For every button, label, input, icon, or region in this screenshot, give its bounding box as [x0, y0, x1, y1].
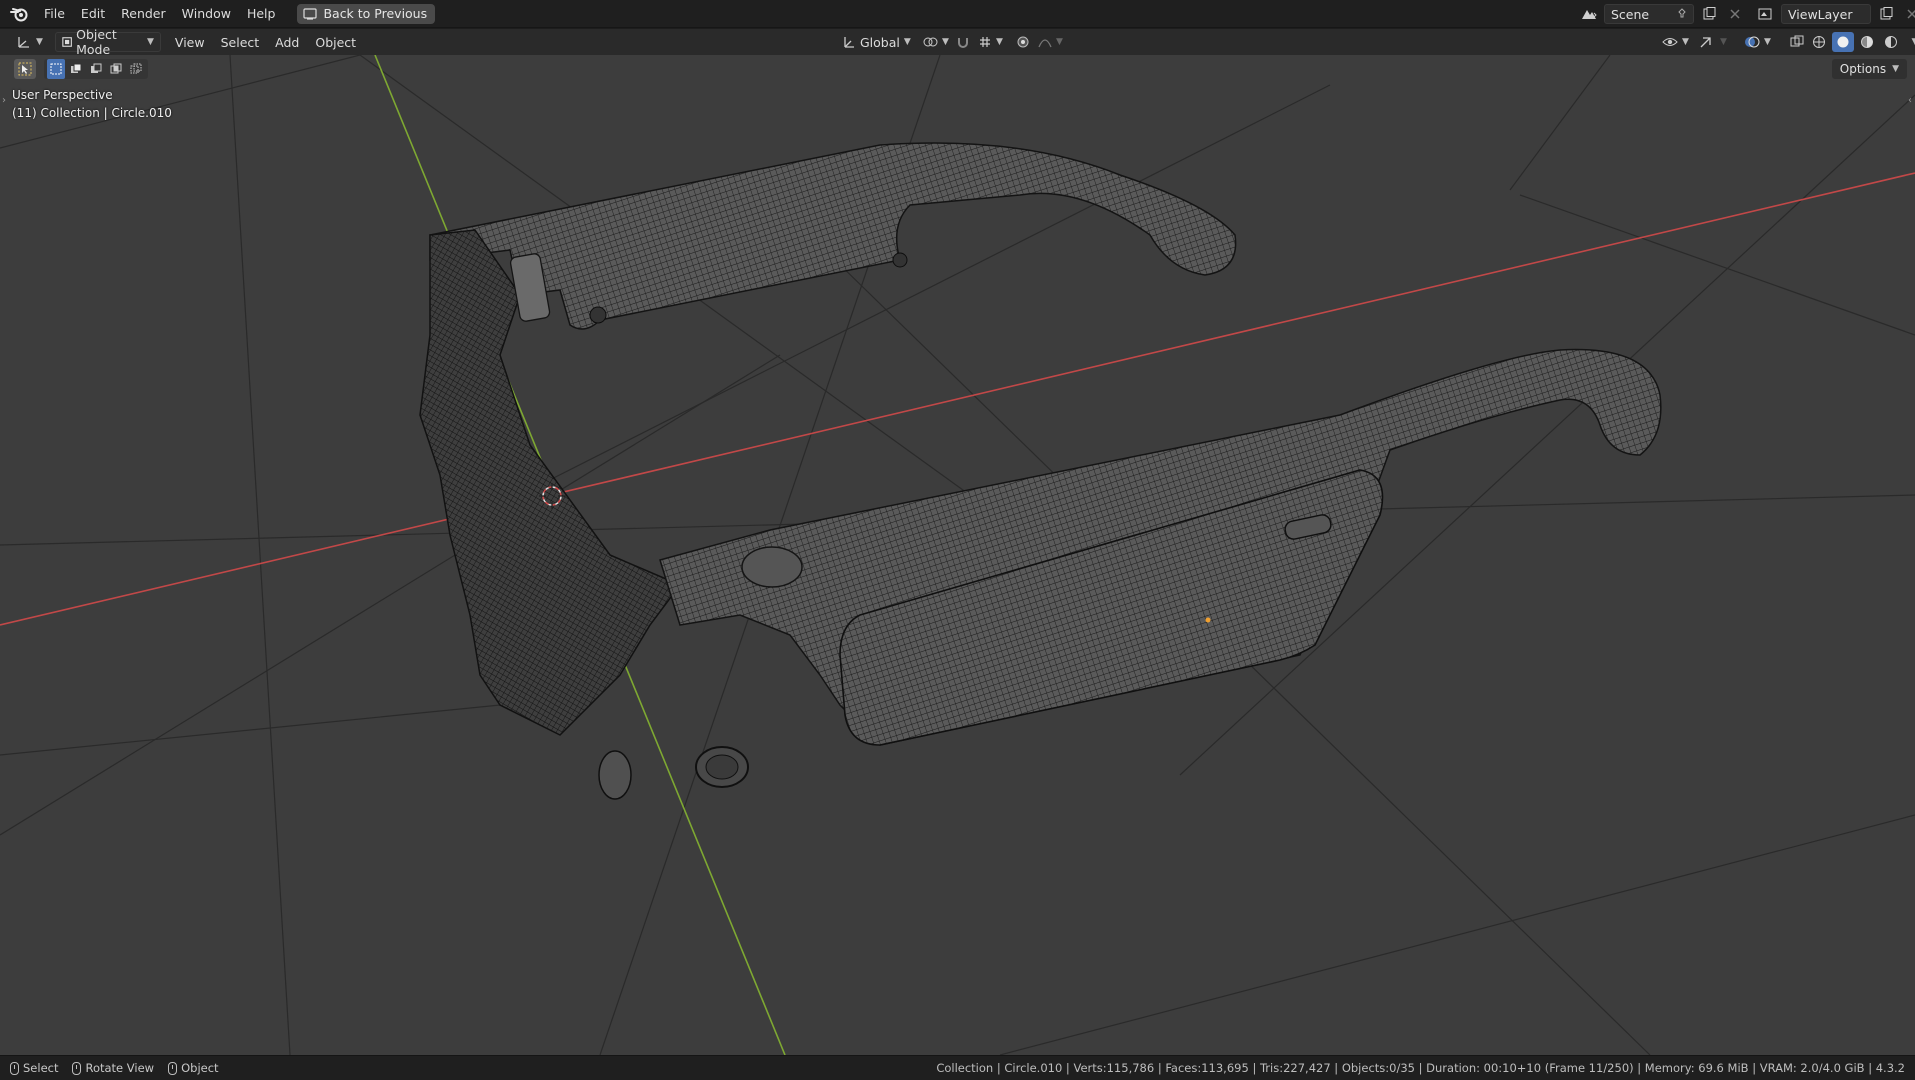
select-new-icon[interactable] — [47, 59, 65, 79]
new-viewlayer-icon[interactable] — [1875, 4, 1897, 24]
object-mode-dropdown[interactable]: Object Mode ▼ — [54, 27, 161, 57]
eye-icon — [1662, 38, 1678, 46]
top-menubar: File Edit Render Window Help Back to Pre… — [0, 0, 1915, 28]
delete-scene-icon[interactable] — [1724, 4, 1746, 24]
status-hint-rotate: Rotate View — [72, 1061, 154, 1075]
chevron-down-icon: ▼ — [1682, 37, 1689, 47]
pivot-icon — [923, 37, 938, 47]
blender-logo-icon[interactable] — [8, 3, 30, 25]
status-hint-object: Object — [168, 1061, 219, 1075]
screen-icon — [303, 7, 318, 20]
status-hint-object-label: Object — [181, 1061, 219, 1075]
delete-viewlayer-icon[interactable] — [1901, 4, 1915, 24]
status-hint-select-label: Select — [23, 1061, 59, 1075]
mouse-right-icon — [168, 1061, 178, 1075]
viewport-header: ▼ Object Mode ▼ View Select Add Object G… — [0, 27, 1915, 57]
chevron-down-icon: ▼ — [1911, 37, 1915, 47]
status-hint-select: Select — [10, 1061, 58, 1075]
pin-icon[interactable] — [1677, 8, 1687, 20]
menu-view[interactable]: View — [167, 32, 213, 53]
menu-object[interactable]: Object — [307, 32, 364, 53]
chevron-down-icon: ▼ — [903, 37, 911, 47]
options-dropdown[interactable]: Options ▼ — [1831, 59, 1907, 79]
snap-grid-icon — [980, 37, 990, 47]
gizmo-icon — [1700, 37, 1711, 48]
chevron-down-icon: ▼ — [1764, 37, 1771, 47]
falloff-curve-icon — [1038, 39, 1052, 48]
scene-statistics: Collection | Circle.010 | Verts:115,786 … — [936, 1061, 1905, 1075]
viewlayer-selector: ViewLayer — [1755, 3, 1915, 25]
scene-selector: Scene — [1578, 3, 1746, 25]
menu-select[interactable]: Select — [213, 32, 268, 53]
xray-toggle[interactable] — [1784, 32, 1810, 52]
selection-mode-group — [44, 59, 148, 79]
options-label: Options — [1839, 62, 1887, 76]
proportional-edit-icon — [1017, 36, 1029, 48]
menu-render[interactable]: Render — [113, 3, 174, 24]
viewport-scene — [0, 55, 1915, 1055]
viewlayer-browse-icon[interactable] — [1755, 4, 1777, 24]
mouse-left-icon — [10, 1061, 19, 1075]
xray-icon — [1790, 35, 1804, 47]
falloff-dropdown[interactable]: ▼ — [1032, 32, 1069, 52]
viewport-collection-label: (11) Collection | Circle.010 — [12, 106, 172, 120]
chevron-down-icon: ▼ — [147, 37, 154, 47]
chevron-down-icon: ▼ — [1892, 64, 1899, 74]
menu-add[interactable]: Add — [267, 32, 307, 53]
select-intersect-icon[interactable] — [127, 59, 145, 79]
sidebar-expand-icon[interactable]: ‹ — [1908, 95, 1912, 106]
solid-shading-icon[interactable] — [1832, 32, 1854, 52]
select-tool-button[interactable] — [14, 59, 36, 79]
object-mode-icon — [62, 37, 72, 47]
mouse-middle-icon — [72, 1061, 82, 1075]
menu-window[interactable]: Window — [174, 3, 239, 24]
viewlayer-name: ViewLayer — [1788, 6, 1853, 22]
cursor-arrow-icon — [18, 62, 32, 76]
3d-viewport[interactable]: User Perspective (11) Collection | Circl… — [0, 55, 1915, 1055]
viewlayer-name-field[interactable]: ViewLayer — [1781, 4, 1871, 24]
chevron-down-icon: ▼ — [1720, 37, 1727, 47]
axes-icon — [18, 37, 29, 48]
object-visibility-dropdown[interactable]: ▼ — [1656, 32, 1695, 52]
glasses-mesh[interactable] — [419, 142, 1662, 800]
transform-orientation-dropdown[interactable]: Global ▼ — [836, 32, 917, 52]
select-extend-icon[interactable] — [67, 59, 85, 79]
chevron-down-icon: ▼ — [996, 37, 1003, 47]
overlays-toggle[interactable]: ▼ — [1738, 32, 1777, 52]
menu-file[interactable]: File — [36, 3, 73, 24]
chevron-down-icon: ▼ — [942, 37, 949, 47]
scene-name: Scene — [1611, 6, 1650, 22]
select-subtract-icon[interactable] — [87, 59, 105, 79]
gizmo-dropdown[interactable]: ▼ — [1714, 32, 1733, 52]
tool-settings-row — [14, 59, 148, 79]
scene-browse-icon[interactable] — [1578, 4, 1600, 24]
new-scene-icon[interactable] — [1698, 4, 1720, 24]
object-mode-label: Object Mode — [76, 27, 117, 57]
wireframe-shading-icon[interactable] — [1808, 32, 1830, 52]
select-invert-icon[interactable] — [107, 59, 125, 79]
status-bar: Select Rotate View Object Collection | C… — [0, 1055, 1915, 1080]
magnet-icon — [958, 38, 968, 48]
shading-options-dropdown[interactable]: ▼ — [1904, 32, 1915, 52]
transform-orientation-label: Global — [860, 34, 900, 50]
status-hint-rotate-label: Rotate View — [85, 1061, 155, 1075]
snap-target-dropdown[interactable]: ▼ — [972, 32, 1009, 52]
rendered-shading-icon[interactable] — [1880, 32, 1902, 52]
toolbar-expand-icon[interactable]: › — [2, 95, 6, 106]
orientation-icon — [844, 37, 854, 48]
back-to-previous-button[interactable]: Back to Previous — [297, 3, 436, 24]
overlays-icon — [1745, 36, 1760, 48]
viewport-perspective-label: User Perspective — [12, 88, 113, 102]
shading-modes: ▼ — [1808, 32, 1915, 52]
scene-name-field[interactable]: Scene — [1604, 4, 1694, 24]
menu-edit[interactable]: Edit — [73, 3, 113, 24]
editor-type-dropdown[interactable]: ▼ — [10, 32, 49, 52]
material-shading-icon[interactable] — [1856, 32, 1878, 52]
back-to-previous-label: Back to Previous — [323, 6, 428, 21]
menu-help[interactable]: Help — [239, 3, 284, 24]
chevron-down-icon: ▼ — [36, 37, 43, 47]
chevron-down-icon: ▼ — [1056, 37, 1063, 47]
